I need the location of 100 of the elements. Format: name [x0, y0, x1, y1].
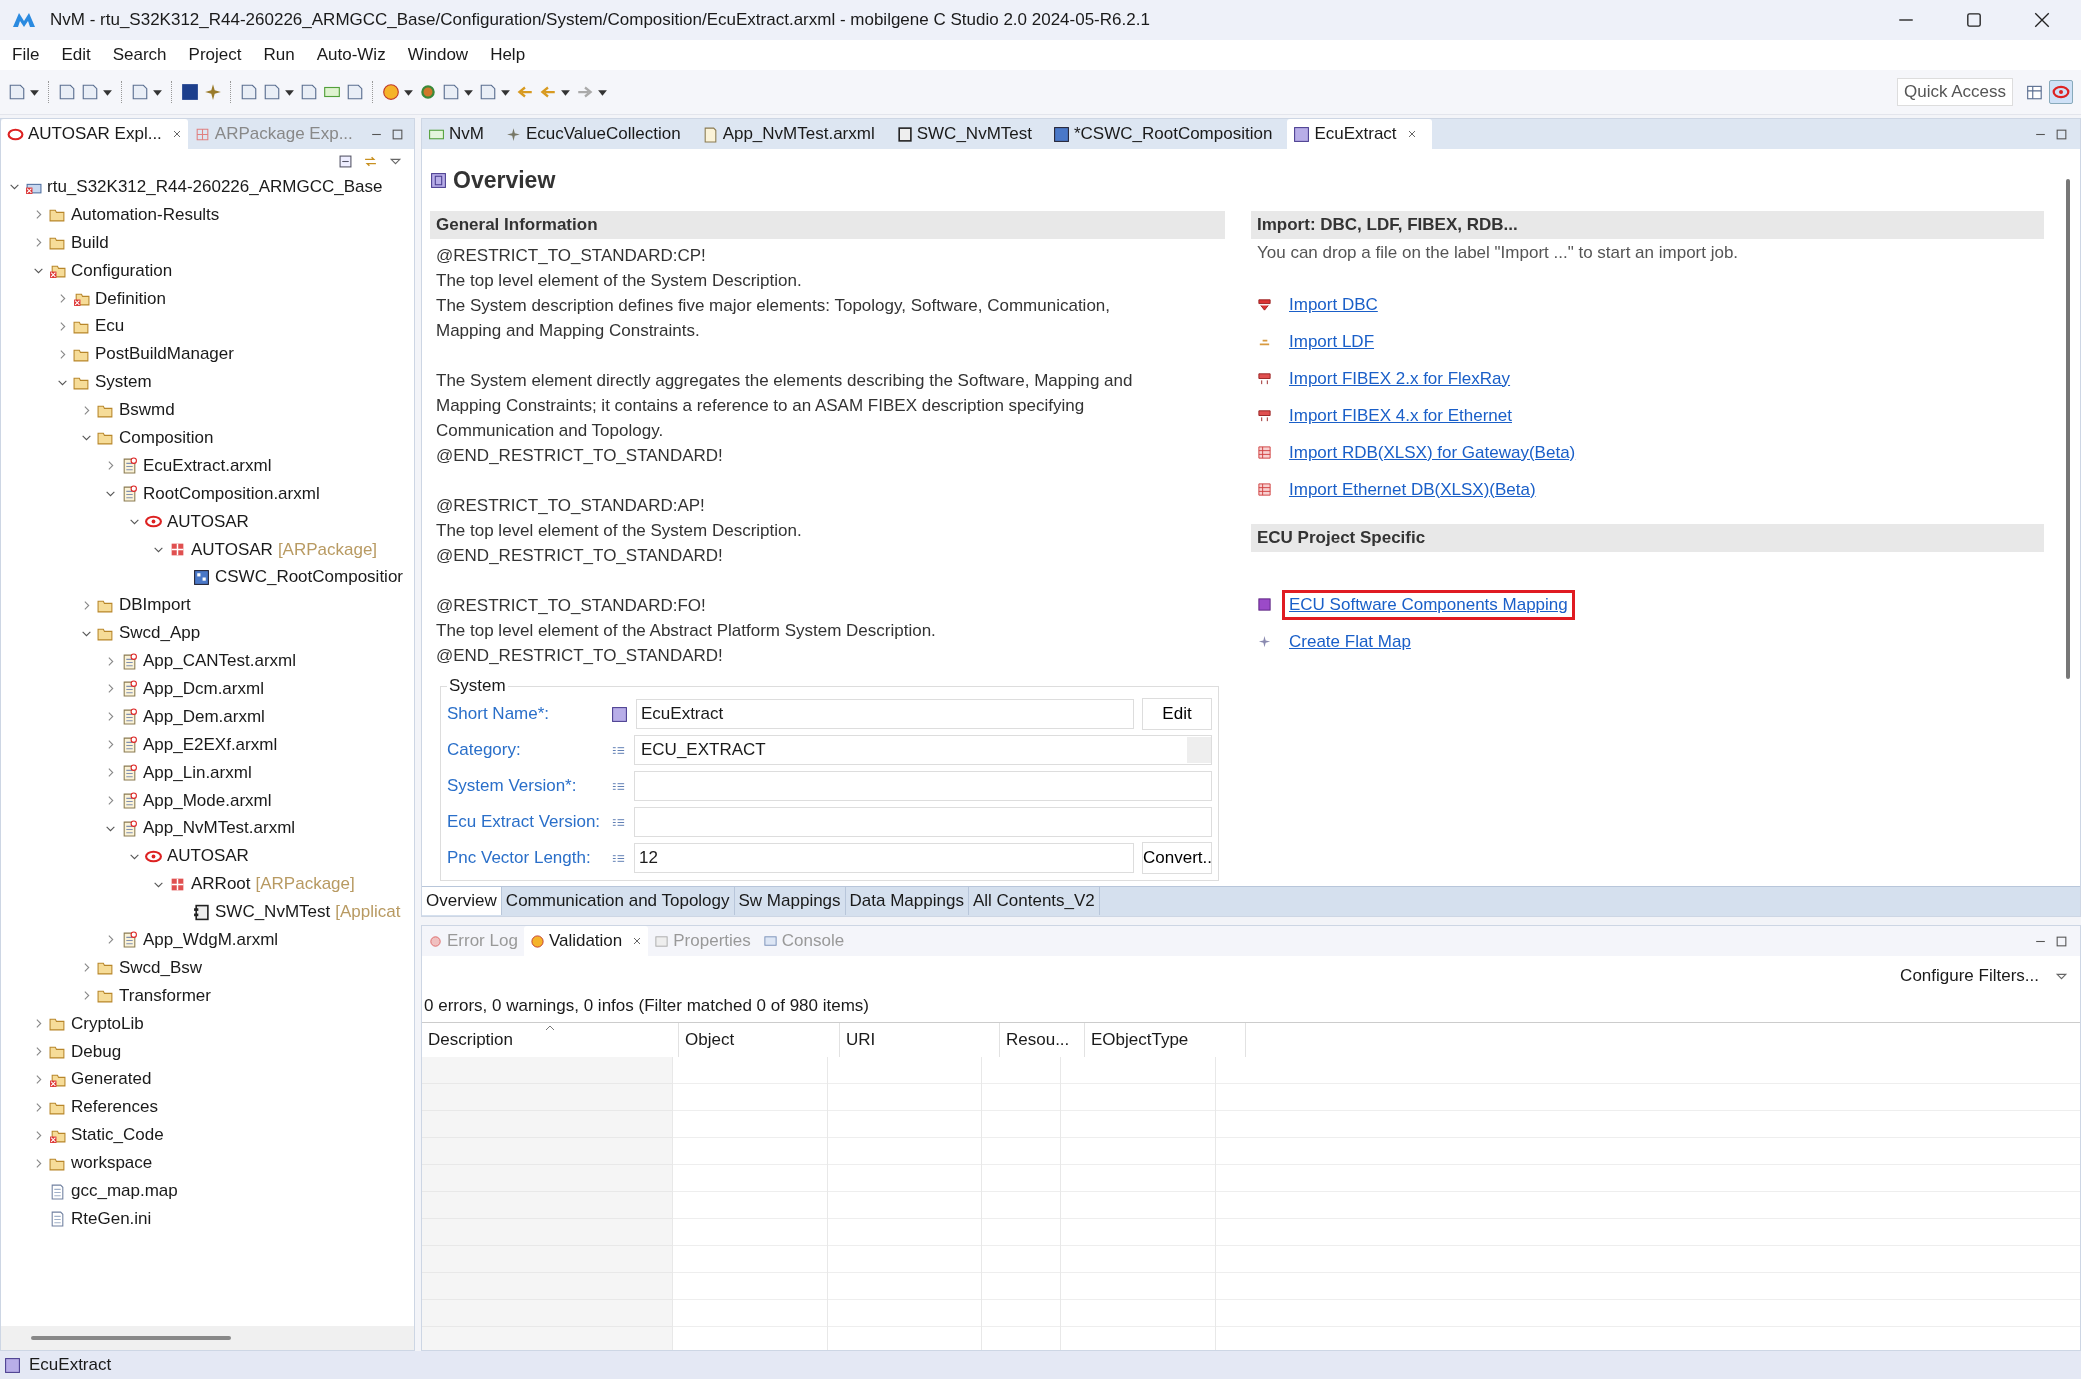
tree-item[interactable]: CryptoLib: [71, 1013, 144, 1034]
page-tab[interactable]: Communication and Topology: [501, 887, 735, 915]
tree-item[interactable]: AUTOSAR: [191, 539, 273, 560]
scrollbar-thumb[interactable]: [2066, 179, 2070, 679]
new-file-icon[interactable]: [8, 83, 26, 101]
tree-item[interactable]: Static_Code: [71, 1125, 164, 1146]
editor-tab[interactable]: EcuExtract: [1287, 119, 1432, 149]
tree-item[interactable]: EcuExtract.arxml: [143, 455, 272, 476]
tree-item[interactable]: ARRoot: [191, 874, 251, 895]
editor-tab[interactable]: NvM: [422, 119, 499, 149]
menu-item[interactable]: Search: [112, 45, 167, 65]
tree-item[interactable]: rtu_S32K312_R44-260226_ARMGCC_Base: [47, 176, 383, 197]
tree-item[interactable]: AUTOSAR: [167, 511, 249, 532]
file-icon: [121, 764, 138, 782]
tree-item[interactable]: App_Dem.arxml: [143, 706, 265, 727]
page-tab[interactable]: Overview: [422, 887, 502, 915]
import-link[interactable]: Import FIBEX 4.x for Ethernet: [1282, 400, 1519, 431]
tree-item[interactable]: Bswmd: [119, 400, 175, 421]
field-label[interactable]: Short Name*:: [447, 704, 607, 724]
import-link[interactable]: Import FIBEX 2.x for FlexRay: [1282, 363, 1518, 394]
tree-item[interactable]: Debug: [71, 1041, 122, 1062]
text-field[interactable]: [634, 771, 1212, 801]
tree-item[interactable]: App_NvMTest.arxml: [143, 818, 296, 839]
import-link[interactable]: Import RDB(XLSX) for Gateway(Beta): [1282, 437, 1583, 468]
menu-item[interactable]: Run: [263, 45, 295, 65]
editor-tab[interactable]: App_NvMTest.arxml: [695, 119, 890, 149]
view-tab[interactable]: AUTOSAR Expl...: [1, 119, 188, 149]
extract-icon: [430, 171, 447, 189]
maximize-icon[interactable]: [2055, 934, 2068, 948]
menu-item[interactable]: Edit: [61, 45, 91, 65]
page-tab[interactable]: All Contents_V2: [968, 887, 1100, 915]
import-link[interactable]: Import LDF: [1282, 326, 1382, 357]
gear-icon[interactable]: [419, 83, 437, 101]
tree-item[interactable]: RootComposition.arxml: [143, 483, 320, 504]
maximize-icon[interactable]: [1965, 11, 1983, 29]
warning-icon[interactable]: [382, 83, 400, 101]
text-field[interactable]: [634, 807, 1212, 837]
tree-item[interactable]: RteGen.ini: [71, 1208, 152, 1229]
tree-item[interactable]: gcc_map.map: [71, 1181, 178, 1201]
text-field[interactable]: 12: [634, 843, 1134, 873]
perspective-icon[interactable]: [2026, 83, 2044, 101]
field-label[interactable]: Category:: [447, 740, 607, 760]
action-link[interactable]: Create Flat Map: [1282, 626, 1418, 657]
autosar-perspective-icon[interactable]: [2049, 80, 2073, 104]
field-label[interactable]: System Version*:: [447, 776, 607, 796]
description-text: The top level element of the Abstract Platform System Description.: [436, 620, 937, 642]
link-editor-icon[interactable]: [364, 154, 377, 168]
tree-item[interactable]: CSWC_RootCompositior: [215, 567, 403, 588]
menu-item[interactable]: Help: [490, 45, 526, 65]
tree-item[interactable]: Definition: [95, 288, 166, 309]
text-tool-icon[interactable]: [181, 83, 199, 101]
import-link[interactable]: Import DBC: [1282, 289, 1385, 320]
editor-tab[interactable]: SWC_NvMTest: [889, 119, 1047, 149]
editor-tab[interactable]: EcucValueCollection: [498, 119, 696, 149]
page-tab[interactable]: Data Mappings: [845, 887, 969, 915]
tree-item[interactable]: Composition: [119, 427, 214, 448]
category-dropdown[interactable]: ECU_EXTRACT: [634, 735, 1212, 765]
configure-filters-link[interactable]: Configure Filters...: [1900, 966, 2039, 986]
tree-item[interactable]: PostBuildManager: [95, 344, 234, 365]
close-icon[interactable]: [2033, 11, 2051, 29]
tree-item[interactable]: Swcd_App: [119, 623, 201, 644]
tree-item[interactable]: App_WdgM.arxml: [143, 930, 279, 950]
menu-item[interactable]: File: [12, 45, 40, 65]
view-tab[interactable]: Validation: [523, 926, 649, 956]
editor-tab[interactable]: *CSWC_RootComposition: [1046, 119, 1288, 149]
tree-item[interactable]: App_Mode.arxml: [143, 790, 272, 811]
scrollbar-thumb[interactable]: [31, 1336, 231, 1340]
tree-item[interactable]: Transformer: [119, 985, 211, 1006]
sparkle-icon[interactable]: [204, 83, 222, 101]
tree-item[interactable]: workspace: [71, 1153, 153, 1174]
tree-item[interactable]: Swcd_Bsw: [119, 957, 203, 978]
collapse-all-icon[interactable]: [339, 154, 352, 168]
tree-item[interactable]: Configuration: [71, 260, 173, 281]
tree-item[interactable]: App_CANTest.arxml: [143, 651, 297, 672]
tree-item[interactable]: Build: [71, 232, 109, 253]
field-button[interactable]: Convert..: [1142, 842, 1212, 874]
menu-item[interactable]: Auto-Wiz: [316, 45, 386, 65]
page-tab[interactable]: Sw Mappings: [734, 887, 846, 915]
tree-item[interactable]: Ecu: [95, 316, 125, 337]
text-field[interactable]: EcuExtract: [636, 699, 1134, 729]
field-label[interactable]: Ecu Extract Version:: [447, 812, 607, 832]
tree-item[interactable]: AUTOSAR: [167, 846, 249, 867]
field-button[interactable]: Edit: [1142, 698, 1212, 730]
quick-access-field[interactable]: Quick Access: [1896, 78, 2013, 106]
tree-item[interactable]: Generated: [71, 1069, 152, 1090]
tree-item[interactable]: System: [95, 372, 152, 393]
tree-item[interactable]: References: [71, 1097, 158, 1118]
import-link[interactable]: Import Ethernet DB(XLSX)(Beta): [1282, 474, 1543, 505]
field-label[interactable]: Pnc Vector Length:: [447, 848, 607, 868]
sparkle-icon: [1257, 634, 1272, 649]
tree-item[interactable]: App_Lin.arxml: [143, 762, 252, 783]
tree-item[interactable]: Automation-Results: [71, 204, 220, 225]
menu-item[interactable]: Window: [407, 45, 469, 65]
description-text: Communication and Topology.: [436, 420, 665, 442]
action-link[interactable]: ECU Software Components Mapping: [1282, 589, 1575, 620]
tree-item[interactable]: App_E2EXf.arxml: [143, 734, 278, 755]
tree-item[interactable]: SWC_NvMTest: [215, 902, 331, 923]
menu-item[interactable]: Project: [188, 45, 242, 65]
tree-item[interactable]: DBImport: [119, 595, 191, 616]
tree-item[interactable]: App_Dcm.arxml: [143, 678, 264, 699]
